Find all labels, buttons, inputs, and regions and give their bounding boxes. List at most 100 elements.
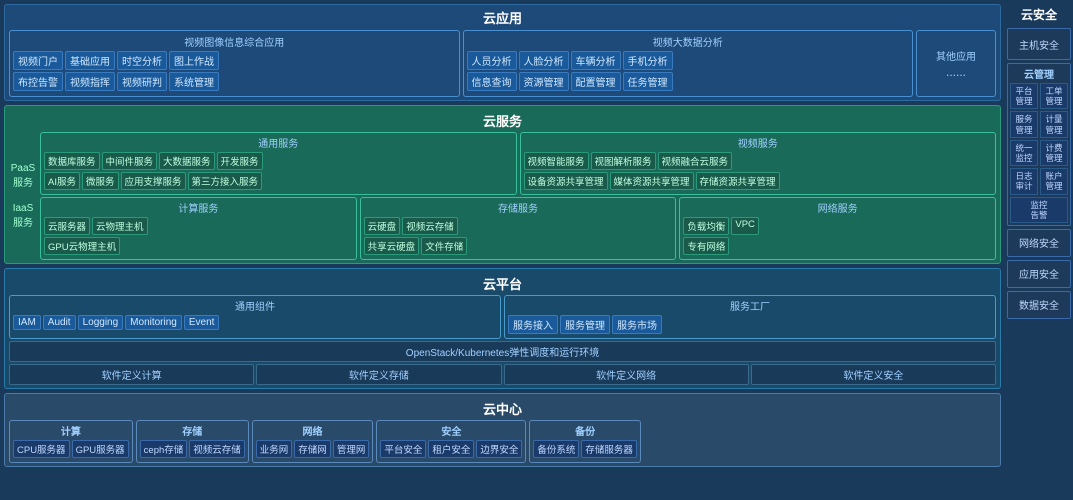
storage-row1: 云硬盘 视频云存储 — [364, 217, 673, 235]
network-security-block: 网络安全 — [1007, 229, 1071, 257]
tag-boundary-sec: 边界安全 — [476, 440, 522, 458]
tag-sdn-security: 软件定义安全 — [751, 364, 996, 385]
cloud-center-title: 云中心 — [9, 397, 996, 420]
tag-app-support: 应用支撑服务 — [121, 172, 186, 190]
platform-inner: 通用组件 IAM Audit Logging Monitoring Event … — [9, 295, 996, 339]
tag-storage-net: 存储网 — [294, 440, 331, 458]
tag-tenant-sec: 租户安全 — [428, 440, 474, 458]
service-factory-title: 服务工厂 — [508, 298, 992, 313]
tag-storage-share: 存储资源共享管理 — [696, 172, 780, 190]
tag-cloud-phys: 云物理主机 — [92, 217, 148, 235]
tag-platform-sec: 平台安全 — [380, 440, 426, 458]
tag-map-battle: 图上作战 — [169, 51, 219, 70]
mgmt-row5: 监控告警 — [1010, 197, 1068, 223]
tag-file-storage: 文件存储 — [421, 237, 467, 255]
paas-row: 通用服务 数据库服务 中间件服务 大数据服务 开发服务 AI服务 微服务 应用支… — [40, 132, 996, 195]
tag-svc-market: 服务市场 — [612, 315, 662, 334]
tag-sdn-compute: 软件定义计算 — [9, 364, 254, 385]
mgmt-row1: 平台管理 工单管理 — [1010, 83, 1068, 109]
tag-logging: Logging — [78, 315, 124, 330]
tag-vpc: VPC — [731, 217, 759, 235]
service-rows: 通用服务 数据库服务 中间件服务 大数据服务 开发服务 AI服务 微服务 应用支… — [40, 132, 996, 260]
video-bigdata-row1: 人员分析 人脸分析 车辆分析 手机分析 — [467, 51, 910, 70]
storage-service-box: 存储服务 云硬盘 视频云存储 共享云硬盘 文件存储 — [360, 197, 677, 260]
data-security-block: 数据安全 — [1007, 291, 1071, 319]
gen-svc-row1: 数据库服务 中间件服务 大数据服务 开发服务 — [44, 152, 513, 170]
host-security-label: 主机安全 — [1019, 37, 1059, 52]
tag-info-query: 信息查询 — [467, 72, 517, 91]
tag-vid-storage: 视频云存储 — [402, 217, 458, 235]
network-title: 网络服务 — [683, 200, 992, 215]
tag-face: 人脸分析 — [519, 51, 569, 70]
tag-iam: IAM — [13, 315, 41, 330]
general-service-box: 通用服务 数据库服务 中间件服务 大数据服务 开发服务 AI服务 微服务 应用支… — [40, 132, 517, 195]
app-security-block: 应用安全 — [1007, 260, 1071, 288]
tag-spatio: 时空分析 — [117, 51, 167, 70]
mgmt-row2: 服务管理 计量管理 — [1010, 111, 1068, 137]
center-storage-row: ceph存储 视频云存储 — [140, 440, 245, 458]
cloud-app-inner: 视频图像信息综合应用 视频门户 基础应用 时空分析 图上作战 布控告警 视频指挥… — [9, 30, 996, 97]
tag-middleware: 中间件服务 — [102, 152, 158, 170]
network-row1: 负载均衡 VPC — [683, 217, 992, 235]
metering-cell: 计量管理 — [1040, 111, 1068, 137]
service-label-col: PaaS服务 IaaS服务 — [9, 132, 37, 260]
tag-res-mgmt: 资源管理 — [519, 72, 569, 91]
app-security-label: 应用安全 — [1019, 266, 1059, 281]
center-network-row: 业务网 存储网 管理网 — [256, 440, 370, 458]
other-apps-content: ...... — [936, 65, 976, 79]
data-security-label: 数据安全 — [1019, 297, 1059, 312]
video-service-box: 视频服务 视频智能服务 视图解析服务 视频融合云服务 设备资源共享管理 媒体资源… — [520, 132, 997, 195]
tag-cloud-server: 云服务器 — [44, 217, 90, 235]
cloud-mgmt-title: 云管理 — [1010, 66, 1068, 81]
tag-svc-mgmt: 服务管理 — [560, 315, 610, 334]
paas-label: PaaS服务 — [11, 163, 35, 189]
tag-audit: Audit — [43, 315, 76, 330]
tag-vid-intel: 视频智能服务 — [524, 152, 589, 170]
cloud-app-section: 云应用 视频图像信息综合应用 视频门户 基础应用 时空分析 图上作战 布控告警 … — [4, 4, 1001, 101]
other-apps-box: 其他应用 ...... — [916, 30, 996, 97]
center-storage-group: 存储 ceph存储 视频云存储 — [136, 420, 249, 463]
tag-video-portal: 视频门户 — [13, 51, 63, 70]
compute-row2: GPU云物理主机 — [44, 237, 353, 255]
tag-event: Event — [184, 315, 220, 330]
tag-video-judge: 视频研判 — [117, 72, 167, 91]
main-container: 云应用 视频图像信息综合应用 视频门户 基础应用 时空分析 图上作战 布控告警 … — [0, 0, 1073, 500]
tag-monitoring: Monitoring — [125, 315, 182, 330]
tag-ai: AI服务 — [44, 172, 80, 190]
center-backup-row: 备份系统 存储服务器 — [533, 440, 637, 458]
tag-db: 数据库服务 — [44, 152, 100, 170]
storage-title: 存储服务 — [364, 200, 673, 215]
vid-svc-row2: 设备资源共享管理 媒体资源共享管理 存储资源共享管理 — [524, 172, 993, 190]
center-compute-group: 计算 CPU服务器 GPU服务器 — [9, 420, 133, 463]
cloud-platform-title: 云平台 — [9, 272, 996, 295]
storage-row2: 共享云硬盘 文件存储 — [364, 237, 673, 255]
tag-mgmt-net: 管理网 — [333, 440, 370, 458]
tag-storage-server: 存储服务器 — [581, 440, 637, 458]
video-image-title: 视频图像信息综合应用 — [13, 34, 456, 49]
sdn-row: 软件定义计算 软件定义存储 软件定义网络 软件定义安全 — [9, 364, 996, 385]
tag-vid-cloud: 视频融合云服务 — [658, 152, 733, 170]
tag-vid-parse: 视图解析服务 — [591, 152, 656, 170]
gen-svc-row2: AI服务 微服务 应用支撑服务 第三方接入服务 — [44, 172, 513, 190]
service-factory-row: 服务接入 服务管理 服务市场 — [508, 315, 992, 334]
cloud-security-title: 云安全 — [1007, 4, 1071, 25]
tag-video-cmd: 视频指挥 — [65, 72, 115, 91]
center-security-row: 平台安全 租户安全 边界安全 — [380, 440, 522, 458]
center-backup-group: 备份 备份系统 存储服务器 — [529, 420, 641, 463]
tag-gpu-server: GPU服务器 — [72, 440, 129, 458]
tag-person: 人员分析 — [467, 51, 517, 70]
cloud-platform-section: 云平台 通用组件 IAM Audit Logging Monitoring Ev… — [4, 268, 1001, 389]
service-factory-box: 服务工厂 服务接入 服务管理 服务市场 — [504, 295, 996, 339]
video-image-box: 视频图像信息综合应用 视频门户 基础应用 时空分析 图上作战 布控告警 视频指挥… — [9, 30, 460, 97]
iaas-row: 计算服务 云服务器 云物理主机 GPU云物理主机 存储服务 — [40, 197, 996, 260]
right-sidebar: 云安全 主机安全 云管理 平台管理 工单管理 服务管理 计量管理 统一监控 计费… — [1005, 0, 1073, 500]
cloud-service-inner: PaaS服务 IaaS服务 通用服务 数据库服务 中间件服务 大数据服务 — [9, 132, 996, 260]
tag-bigdata: 大数据服务 — [159, 152, 215, 170]
tag-sdn-storage: 软件定义存储 — [256, 364, 501, 385]
openstack-bar: OpenStack/Kubernetes弹性调度和运行环境 — [9, 341, 996, 362]
tag-task: 任务管理 — [623, 72, 673, 91]
center-compute-title: 计算 — [13, 423, 129, 438]
tag-sdn-network: 软件定义网络 — [504, 364, 749, 385]
account-mgmt-cell: 账户管理 — [1040, 168, 1068, 194]
cloud-app-title: 云应用 — [9, 8, 996, 27]
